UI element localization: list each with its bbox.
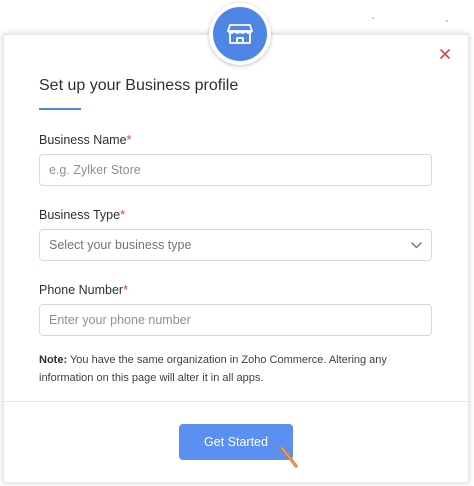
storefront-icon bbox=[213, 7, 267, 61]
background-dot bbox=[446, 20, 448, 22]
phone-number-label-text: Phone Number bbox=[39, 283, 124, 297]
business-name-label-text: Business Name bbox=[39, 133, 127, 147]
phone-number-label: Phone Number* bbox=[39, 283, 128, 297]
footer-divider bbox=[4, 401, 468, 402]
phone-number-input[interactable] bbox=[39, 304, 432, 336]
get-started-button[interactable]: Get Started bbox=[179, 424, 293, 460]
organization-note: Note: You have the same organization in … bbox=[39, 351, 434, 387]
background-dot bbox=[372, 17, 374, 19]
required-mark: * bbox=[126, 133, 132, 147]
pointer-cursor-icon bbox=[280, 446, 298, 468]
store-badge bbox=[209, 3, 271, 65]
note-prefix: Note: bbox=[39, 354, 68, 366]
close-icon[interactable] bbox=[438, 47, 452, 61]
business-name-input[interactable] bbox=[39, 154, 432, 186]
chevron-down-icon bbox=[410, 239, 422, 251]
business-type-label: Business Type* bbox=[39, 208, 125, 222]
required-mark: * bbox=[120, 208, 125, 222]
required-mark: * bbox=[123, 283, 128, 297]
business-name-label: Business Name* bbox=[39, 133, 131, 147]
note-text: You have the same organization in Zoho C… bbox=[39, 354, 387, 384]
business-type-select[interactable]: Select your business type bbox=[39, 229, 432, 261]
business-type-label-text: Business Type bbox=[39, 208, 121, 222]
business-type-placeholder: Select your business type bbox=[49, 238, 192, 252]
dialog-title: Set up your Business profile bbox=[39, 77, 239, 94]
title-underline bbox=[39, 108, 81, 110]
